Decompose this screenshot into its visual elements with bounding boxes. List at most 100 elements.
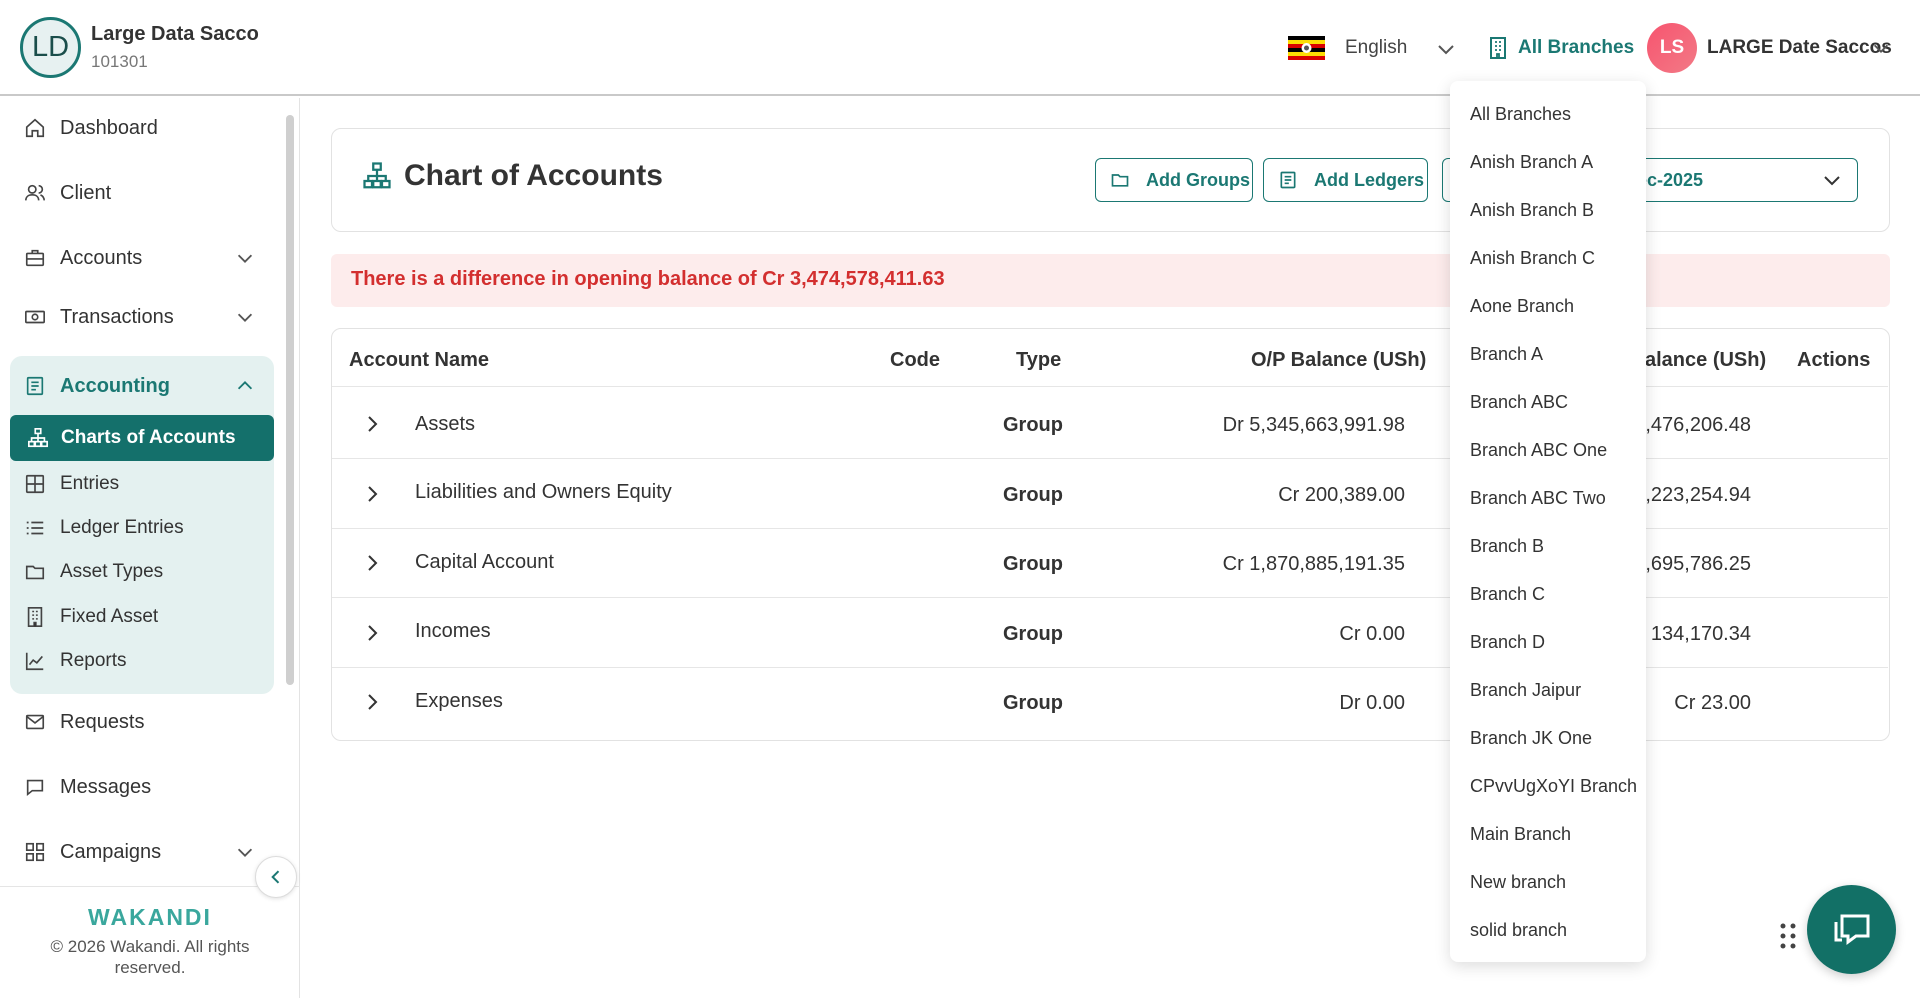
uganda-flag-icon[interactable]	[1288, 36, 1325, 60]
sidebar-item-campaigns[interactable]: Campaigns	[24, 832, 161, 872]
row-type: Group	[1003, 692, 1063, 714]
branch-option[interactable]: New branch	[1470, 872, 1566, 893]
user-name[interactable]: LARGE Date Saccos	[1707, 37, 1892, 59]
branch-option[interactable]: All Branches	[1470, 104, 1571, 125]
row-op-balance: Dr 0.00	[1339, 692, 1405, 714]
column-header-code[interactable]: Code	[890, 349, 940, 372]
sidebar-item-transactions[interactable]: Transactions	[24, 297, 174, 337]
branch-option[interactable]: Branch ABC	[1470, 392, 1568, 413]
org-avatar[interactable]: LD	[20, 17, 81, 78]
list-icon	[26, 521, 44, 535]
branch-option[interactable]: Branch C	[1470, 584, 1545, 605]
sidebar-item-accounting[interactable]: Accounting	[24, 366, 170, 406]
cash-icon	[25, 310, 45, 324]
branch-option[interactable]: Aone Branch	[1470, 296, 1574, 317]
branch-option[interactable]: CPvvUgXoYI Branch	[1470, 776, 1637, 797]
accounts-table	[331, 328, 1890, 741]
sidebar-item-dashboard[interactable]: Dashboard	[24, 108, 158, 148]
chat-support-button[interactable]	[1807, 885, 1896, 974]
row-op-balance: Cr 1,870,885,191.35	[1222, 553, 1405, 575]
branch-option[interactable]: Branch Jaipur	[1470, 680, 1581, 701]
sidebar-item-entries[interactable]: Entries	[24, 466, 119, 502]
sidebar-item-requests[interactable]: Requests	[24, 702, 145, 742]
sidebar-item-charts-of-accounts[interactable]: Charts of Accounts	[10, 415, 274, 461]
column-header-op-balance[interactable]: O/P Balance (USh)	[1251, 349, 1426, 372]
row-op-balance: Cr 200,389.00	[1278, 484, 1405, 506]
sidebar-collapse-button[interactable]	[255, 856, 297, 898]
home-icon	[25, 118, 45, 138]
sidebar-item-asset-types[interactable]: Asset Types	[24, 554, 163, 590]
org-code: 101301	[91, 52, 148, 71]
hierarchy-icon	[28, 428, 48, 448]
branch-option[interactable]: Branch JK One	[1470, 728, 1592, 749]
chevron-down-icon[interactable]	[234, 841, 256, 863]
row-op-balance: Cr 0.00	[1339, 623, 1405, 645]
user-avatar[interactable]: LS	[1647, 23, 1697, 73]
table-header-divider	[332, 386, 1888, 387]
branch-option[interactable]: Anish Branch A	[1470, 152, 1593, 173]
row-type: Group	[1003, 414, 1063, 436]
row-account-name[interactable]: Assets	[415, 413, 475, 436]
table-icon	[25, 474, 45, 494]
chevron-right-icon[interactable]	[360, 621, 384, 645]
row-divider	[332, 597, 1888, 598]
row-divider	[332, 528, 1888, 529]
sidebar-item-fixed-asset[interactable]: Fixed Asset	[24, 599, 158, 635]
chevron-left-icon	[271, 870, 280, 884]
sidebar-item-reports[interactable]: Reports	[24, 643, 127, 679]
sidebar-item-client[interactable]: Client	[24, 173, 111, 213]
column-header-account-name[interactable]: Account Name	[349, 349, 489, 372]
date-range-value: ec-2025	[1637, 170, 1704, 190]
building-icon	[27, 607, 43, 627]
chevron-down-icon[interactable]	[1870, 37, 1892, 59]
branch-option[interactable]: Anish Branch B	[1470, 200, 1594, 221]
language-label[interactable]: English	[1345, 37, 1407, 59]
chevron-down-icon[interactable]	[1820, 168, 1844, 192]
row-account-name[interactable]: Expenses	[415, 690, 503, 713]
sidebar-item-messages[interactable]: Messages	[24, 767, 151, 807]
chevron-up-icon[interactable]	[234, 375, 256, 397]
row-account-name[interactable]: Incomes	[415, 620, 491, 643]
ledger-icon	[1280, 171, 1296, 189]
sidebar-footer-divider	[0, 886, 300, 887]
sidebar-item-ledger-entries[interactable]: Ledger Entries	[24, 510, 184, 546]
add-groups-button[interactable]: Add Groups	[1095, 158, 1253, 202]
branch-option[interactable]: Branch A	[1470, 344, 1543, 365]
chevron-right-icon[interactable]	[360, 412, 384, 436]
branch-option[interactable]: Branch B	[1470, 536, 1544, 557]
column-header-type[interactable]: Type	[1016, 349, 1061, 372]
branch-option[interactable]: Branch ABC One	[1470, 440, 1607, 461]
chevron-right-icon[interactable]	[360, 690, 384, 714]
ledger-icon	[26, 376, 44, 396]
branch-option[interactable]: Main Branch	[1470, 824, 1571, 845]
chevron-down-icon[interactable]	[234, 306, 256, 328]
chart-line-icon	[25, 652, 44, 671]
branch-option[interactable]: solid branch	[1470, 920, 1567, 941]
chat-icon	[26, 779, 44, 797]
chevron-down-icon[interactable]	[1434, 37, 1458, 61]
row-account-name[interactable]: Liabilities and Owners Equity	[415, 481, 672, 504]
folder-icon	[1111, 174, 1129, 187]
branch-option[interactable]: Anish Branch C	[1470, 248, 1595, 269]
branch-option[interactable]: Branch ABC Two	[1470, 488, 1606, 509]
column-header-closing-balance[interactable]: alance (USh)	[1645, 349, 1766, 372]
add-ledgers-button[interactable]: Add Ledgers	[1263, 158, 1428, 202]
mail-icon	[25, 714, 45, 730]
sidebar-item-accounts[interactable]: Accounts	[24, 238, 142, 278]
drag-handle-icon[interactable]	[1778, 921, 1798, 951]
row-type: Group	[1003, 484, 1063, 506]
chevron-down-icon[interactable]	[234, 247, 256, 269]
branch-option[interactable]: Branch D	[1470, 632, 1545, 653]
row-account-name[interactable]: Capital Account	[415, 551, 554, 574]
users-icon	[25, 184, 45, 201]
page-title: Chart of Accounts	[362, 159, 663, 193]
chat-bubble-icon	[1834, 914, 1869, 945]
chevron-right-icon[interactable]	[360, 551, 384, 575]
row-op-balance: Dr 5,345,663,991.98	[1222, 414, 1405, 436]
row-type: Group	[1003, 553, 1063, 575]
branch-selector[interactable]: All Branches	[1488, 34, 1634, 62]
chevron-right-icon[interactable]	[360, 482, 384, 506]
sidebar-scrollbar[interactable]	[286, 115, 294, 685]
row-type: Group	[1003, 623, 1063, 645]
row-closing-balance: ',476,206.48	[1641, 414, 1751, 436]
